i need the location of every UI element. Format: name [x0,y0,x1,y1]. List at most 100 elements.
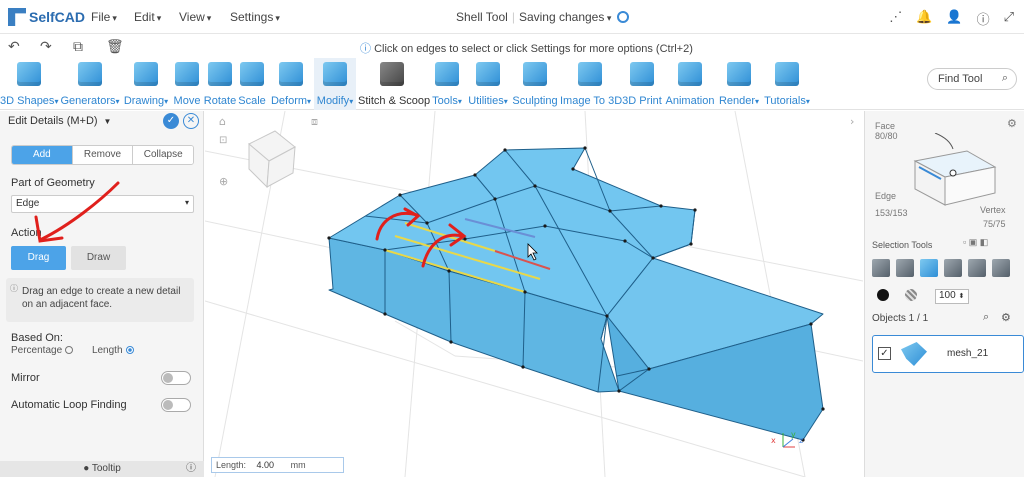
user-icon[interactable]: 👤 [946,9,962,28]
tool-label: Utilities [466,95,510,107]
tool-label: Scale [238,95,266,107]
tool-tutorials[interactable]: Tutorials [762,62,812,107]
annotation-arrow-drag [34,181,120,243]
settings-gear-icon[interactable]: ⚙ [1007,117,1017,130]
copy-icon[interactable]: ⧉ [73,38,83,55]
opacity-value: 100 [939,290,956,301]
object-item[interactable]: ✓ mesh_21 [872,335,1024,373]
objects-gear-icon[interactable]: ⚙ [1001,311,1011,324]
info-icon[interactable]: ⓘ [977,9,990,28]
move-icon [175,62,199,86]
length-radio[interactable] [125,346,134,354]
tool-generators[interactable]: Generators [60,62,120,107]
svg-text:›: › [850,115,854,128]
rotate-icon [208,62,232,86]
saving-status[interactable]: Saving changes [519,10,611,24]
vertex-count: 75/75 [983,219,1006,229]
tooltip-bar[interactable]: ● Tooltip ⓘ [0,461,204,477]
percentage-radio[interactable] [65,346,74,354]
confirm-button[interactable]: ✓ [163,113,179,129]
tool-rotate[interactable]: Rotate [203,62,237,107]
tooltip-info-icon: ⓘ [186,463,196,474]
app-name: SelfCAD [29,9,86,25]
opacity-input[interactable]: 100 ⬍ [935,289,969,304]
mode-tabs: Add Remove Collapse [11,145,194,165]
tool-stitch-scoop[interactable]: Stitch & Scoop [358,62,430,107]
object-visibility-checkbox[interactable]: ✓ [878,347,891,360]
menu-view[interactable]: View [179,10,211,24]
document-title: Shell Tool | Saving changes [456,10,630,24]
length-input[interactable]: Length: 4.00 mm [211,457,344,473]
right-panel: Face 80/80 ⚙ Edge 153/153 Vertex 75/75 S… [864,111,1024,477]
view-cube[interactable] [248,130,296,189]
black-material-icon[interactable] [877,289,889,301]
menu-file[interactable]: File [91,10,117,24]
redo-icon[interactable]: ↷ [40,38,52,55]
render-icon [727,62,751,86]
animation-icon [678,62,702,86]
bell-icon[interactable]: 🔔 [916,9,932,28]
tool-move[interactable]: Move [172,62,202,107]
select-grid-icon[interactable] [896,259,914,277]
svg-text:⊡: ⊡ [219,135,227,146]
face-count: 80/80 [875,131,898,141]
tool-tools[interactable]: Tools [429,62,465,107]
search-objects-icon[interactable]: ⌕ [983,311,989,324]
tool-label: Tools [429,95,465,107]
share-icon[interactable]: ⋰ [889,9,902,28]
fullscreen-icon[interactable]: ⤢ [1004,9,1014,28]
tool-utilities[interactable]: Utilities [466,62,510,107]
panel-header[interactable]: Edit Details (M+D) ▼ ✓ ✕ [0,111,203,133]
tool-drawing[interactable]: Drawing [122,62,170,107]
info-icon: ⓘ [10,284,18,293]
tool-3d-print[interactable]: 3D Print [621,62,663,107]
tool-modify[interactable]: Modify [314,58,356,110]
tab-add[interactable]: Add [12,146,72,164]
selection-mode-icons[interactable]: ▫ ▣ ◧ [963,237,988,248]
tool-label: Sculpting [512,95,558,107]
auto-loop-toggle[interactable] [161,398,191,412]
trash-icon[interactable]: 🗑 [106,38,124,55]
selection-cube-diagram[interactable] [905,133,1005,213]
length-label: Length [91,345,123,356]
menu-edit[interactable]: Edit [134,10,161,24]
tool-label: Animation [665,95,715,107]
3d-viewport[interactable]: ⌂ ⊡ ⊕ ⧈ › x y z [205,111,863,477]
mesh-model[interactable] [328,147,824,441]
tool-sculpting[interactable]: Sculpting [512,62,558,107]
undo-icon[interactable]: ↶ [8,38,20,55]
pattern-material-icon[interactable] [905,289,917,301]
tool-3d-shapes[interactable]: 3D Shapes [0,62,58,107]
mirror-label: Mirror [11,372,40,384]
tool-animation[interactable]: Animation [664,62,716,107]
stitch-scoop-icon [380,62,404,86]
svg-text:y: y [791,430,796,439]
close-button[interactable]: ✕ [183,113,199,129]
select-vertex-icon[interactable] [944,259,962,277]
info-text: Drag an edge to create a new detail on a… [22,286,181,310]
tool-render[interactable]: Render [717,62,761,107]
select-object-icon[interactable] [872,259,890,277]
tab-collapse[interactable]: Collapse [132,146,193,164]
tool-label: Rotate [203,95,237,107]
length-input-unit: mm [290,460,306,470]
tab-remove[interactable]: Remove [71,146,133,164]
tool-scale[interactable]: Scale [238,62,266,107]
hint-info-icon: ⓘ [360,43,375,55]
face-label: Face [875,121,896,131]
svg-text:x: x [771,436,776,445]
select-edge-icon[interactable] [968,259,986,277]
sync-ring-icon [617,11,630,23]
tool-image-to-3d[interactable]: Image To 3D [560,62,622,107]
select-mixed-icon[interactable] [992,259,1010,277]
selfcad-logo[interactable]: SelfCAD [8,8,85,26]
select-face-icon[interactable] [920,259,938,277]
tool-label: Generators [60,95,120,107]
generator-icon [78,62,102,86]
hint-text: ⓘ Click on edges to select or click Sett… [360,40,693,56]
mirror-toggle[interactable] [161,371,191,385]
menu-settings[interactable]: Settings [230,10,280,24]
tool-label: Drawing [122,95,170,107]
find-tool-input[interactable]: Find Tool ⌕ [927,68,1017,90]
tool-deform[interactable]: Deform [268,62,314,107]
